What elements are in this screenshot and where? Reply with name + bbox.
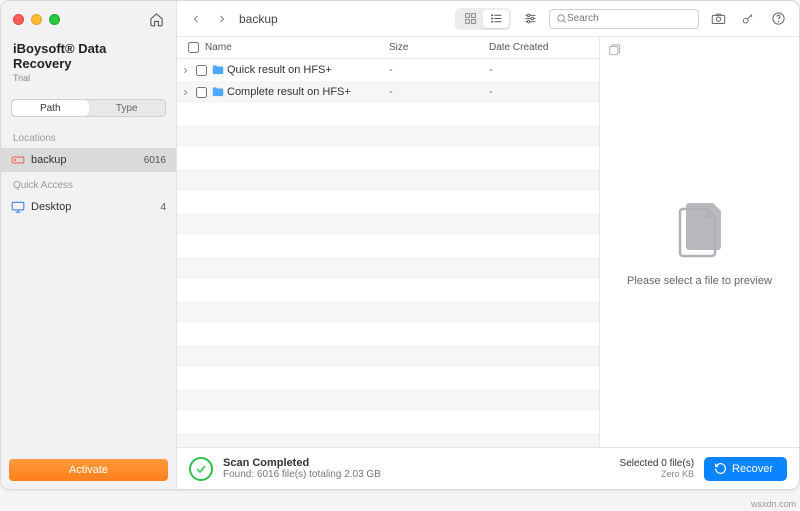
search-icon	[556, 13, 567, 24]
column-headers: Name Size Date Created	[177, 37, 599, 59]
row-size: -	[389, 64, 489, 76]
home-icon[interactable]	[149, 12, 164, 27]
disclosure-icon[interactable]	[177, 66, 193, 75]
col-name[interactable]: Name	[203, 42, 389, 53]
columns: Name Size Date Created Quick result on H…	[177, 37, 799, 447]
desktop-icon	[11, 200, 25, 214]
recover-button[interactable]: Recover	[704, 457, 787, 481]
status-detail: Found: 6016 file(s) totaling 2.03 GB	[223, 469, 381, 480]
table-row	[177, 367, 599, 389]
table-row[interactable]: Quick result on HFS+--	[177, 59, 599, 81]
sidebar-tabs: Path Type	[11, 99, 166, 117]
table-row	[177, 279, 599, 301]
table-row	[177, 169, 599, 191]
list-view-button[interactable]	[483, 10, 509, 28]
rows-container: Quick result on HFS+--Complete result on…	[177, 59, 599, 447]
sidebar-footer: Activate	[1, 451, 176, 489]
close-icon[interactable]	[13, 14, 24, 25]
table-row	[177, 433, 599, 447]
table-row	[177, 235, 599, 257]
sidebar-item-backup[interactable]: backup 6016	[1, 148, 176, 172]
app-window: iBoysoft® Data Recovery Trial Path Type …	[0, 0, 800, 490]
disclosure-icon[interactable]	[177, 88, 193, 97]
breadcrumb: backup	[239, 12, 278, 26]
preview-panel: Please select a file to preview	[599, 37, 799, 447]
folder-icon	[209, 85, 227, 99]
file-placeholder-icon	[673, 197, 727, 259]
sidebar-item-label: Desktop	[31, 201, 71, 213]
row-name: Quick result on HFS+	[227, 64, 389, 76]
key-icon[interactable]	[737, 8, 759, 30]
grid-view-button[interactable]	[457, 10, 483, 28]
col-size[interactable]: Size	[389, 42, 489, 53]
file-list: Name Size Date Created Quick result on H…	[177, 37, 599, 447]
activate-button[interactable]: Activate	[9, 459, 168, 481]
folder-icon	[209, 63, 227, 77]
drive-icon	[11, 153, 25, 167]
row-checkbox[interactable]	[193, 65, 209, 76]
locations-label: Locations	[1, 125, 176, 148]
table-row	[177, 103, 599, 125]
status-right: Selected 0 file(s) Zero KB	[620, 458, 694, 479]
filter-button[interactable]	[519, 8, 541, 30]
toolbar: backup	[177, 1, 799, 37]
app-title: iBoysoft® Data Recovery	[13, 41, 164, 71]
table-row	[177, 389, 599, 411]
recover-label: Recover	[732, 463, 773, 475]
content-body: iBoysoft® Data Recovery Trial Path Type …	[1, 1, 799, 489]
table-row	[177, 323, 599, 345]
app-subtitle: Trial	[13, 73, 164, 83]
status-text: Scan Completed Found: 6016 file(s) total…	[223, 457, 381, 480]
table-row	[177, 147, 599, 169]
help-icon[interactable]	[767, 8, 789, 30]
tab-type[interactable]: Type	[89, 100, 166, 116]
sidebar-item-count: 4	[160, 202, 166, 213]
row-date: -	[489, 86, 599, 98]
table-row	[177, 301, 599, 323]
row-date: -	[489, 64, 599, 76]
zoom-icon[interactable]	[49, 14, 60, 25]
preview-menu-icon[interactable]	[608, 43, 622, 57]
brand: iBoysoft® Data Recovery Trial	[1, 37, 176, 91]
quickaccess-label: Quick Access	[1, 172, 176, 195]
table-row	[177, 411, 599, 433]
row-name: Complete result on HFS+	[227, 86, 389, 98]
titlebar	[1, 1, 176, 37]
row-size: -	[389, 86, 489, 98]
sidebar-item-desktop[interactable]: Desktop 4	[1, 195, 176, 219]
table-row	[177, 125, 599, 147]
tab-path[interactable]: Path	[12, 100, 89, 116]
watermark: wsxdn.com	[751, 499, 796, 509]
traffic-lights	[13, 14, 60, 25]
recover-icon	[714, 462, 727, 475]
sidebar-item-label: backup	[31, 154, 66, 166]
search-box[interactable]	[549, 9, 699, 29]
back-button[interactable]	[187, 10, 205, 28]
minimize-icon[interactable]	[31, 14, 42, 25]
selected-size: Zero KB	[620, 469, 694, 479]
search-input[interactable]	[567, 13, 699, 24]
row-checkbox[interactable]	[193, 87, 209, 98]
sidebar-item-count: 6016	[144, 155, 166, 166]
status-bar: Scan Completed Found: 6016 file(s) total…	[177, 447, 799, 489]
selected-count: Selected 0 file(s)	[620, 458, 694, 469]
status-title: Scan Completed	[223, 457, 381, 469]
main-panel: backup Name	[177, 1, 799, 489]
table-row	[177, 191, 599, 213]
table-row	[177, 257, 599, 279]
table-row	[177, 213, 599, 235]
select-all-checkbox[interactable]	[183, 42, 203, 53]
success-icon	[189, 457, 213, 481]
view-switch	[455, 8, 511, 30]
forward-button[interactable]	[213, 10, 231, 28]
table-row	[177, 345, 599, 367]
table-row[interactable]: Complete result on HFS+--	[177, 81, 599, 103]
preview-message: Please select a file to preview	[627, 275, 772, 287]
camera-icon[interactable]	[707, 8, 729, 30]
col-date[interactable]: Date Created	[489, 42, 599, 53]
sidebar: iBoysoft® Data Recovery Trial Path Type …	[1, 1, 177, 489]
